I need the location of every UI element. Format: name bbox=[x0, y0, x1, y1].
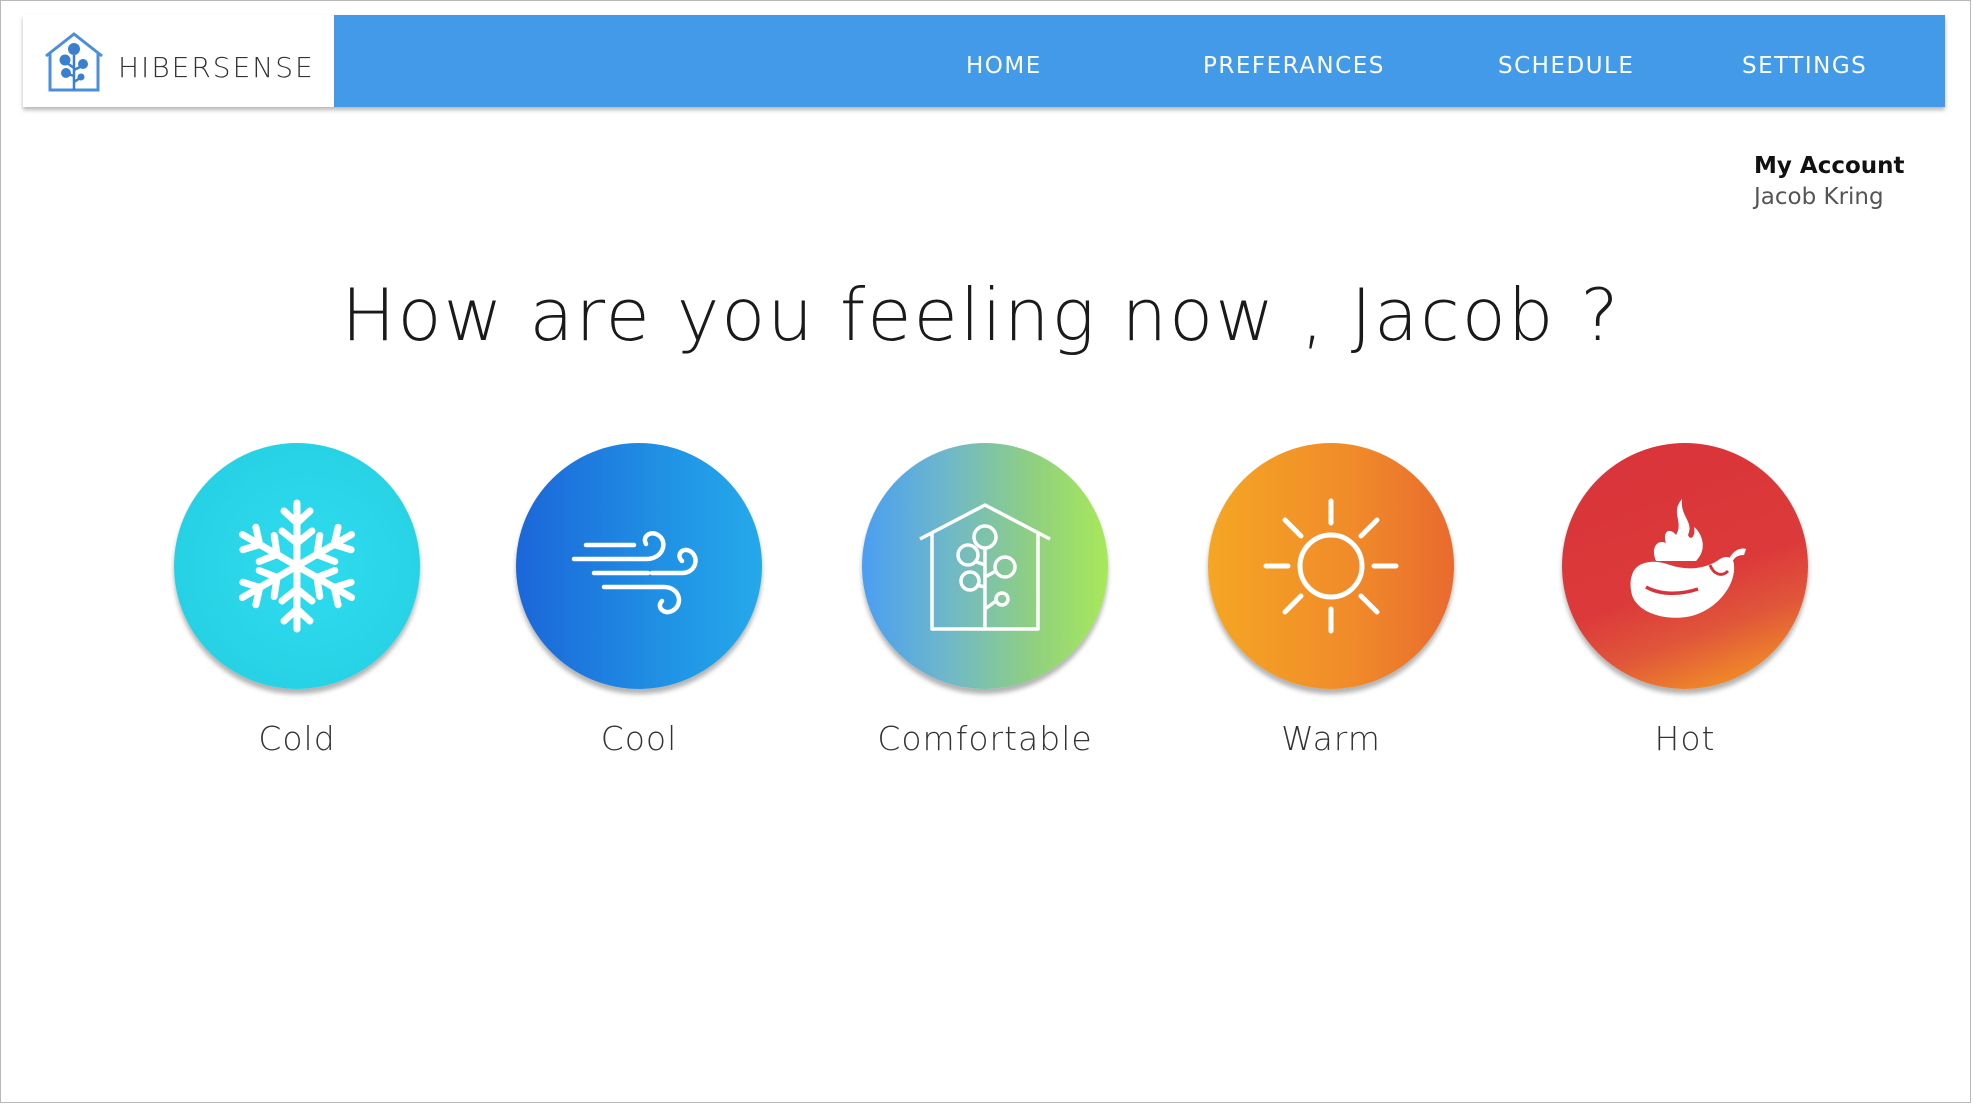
main-nav: HOME PREFERANCES SCHEDULE SETTINGS bbox=[334, 15, 1945, 107]
option-comfortable[interactable]: Comfortable bbox=[862, 443, 1108, 758]
app-frame: HIBERSENSE HOME PREFERANCES SCHEDULE SET… bbox=[0, 0, 1971, 1103]
option-label-comfortable: Comfortable bbox=[877, 719, 1093, 758]
my-account-link[interactable]: My Account bbox=[1754, 151, 1905, 182]
comfortable-button[interactable] bbox=[862, 443, 1108, 689]
brand-name: HIBERSENSE bbox=[118, 51, 315, 84]
account-panel: My Account Jacob Kring bbox=[1754, 151, 1905, 213]
cold-button[interactable] bbox=[174, 443, 420, 689]
nav-schedule[interactable]: SCHEDULE bbox=[1498, 53, 1634, 79]
nav-preferances[interactable]: PREFERANCES bbox=[1203, 53, 1385, 79]
option-label-cold: Cold bbox=[258, 719, 336, 758]
nav-settings[interactable]: SETTINGS bbox=[1742, 53, 1867, 79]
page-title: How are you feeling now , Jacob ? bbox=[341, 273, 1621, 357]
hot-button[interactable] bbox=[1562, 443, 1808, 689]
snowflake-icon bbox=[222, 499, 372, 641]
option-hot[interactable]: Hot bbox=[1562, 443, 1808, 758]
warm-button[interactable] bbox=[1208, 443, 1454, 689]
option-label-warm: Warm bbox=[1281, 719, 1381, 758]
option-label-cool: Cool bbox=[600, 719, 678, 758]
option-warm[interactable]: Warm bbox=[1208, 443, 1454, 758]
option-cool[interactable]: Cool bbox=[516, 443, 762, 758]
top-bar: HIBERSENSE HOME PREFERANCES SCHEDULE SET… bbox=[23, 15, 1945, 107]
option-label-hot: Hot bbox=[1654, 719, 1716, 758]
house-tree-icon bbox=[45, 31, 103, 91]
sun-icon bbox=[1263, 498, 1399, 634]
house-tree-icon bbox=[919, 503, 1051, 631]
fire-pepper-icon bbox=[1630, 499, 1746, 618]
nav-home[interactable]: HOME bbox=[966, 53, 1042, 79]
brand-logo[interactable]: HIBERSENSE bbox=[23, 16, 334, 107]
account-user-name: Jacob Kring bbox=[1754, 184, 1884, 210]
wind-icon bbox=[571, 531, 698, 615]
option-cold[interactable]: Cold bbox=[174, 443, 420, 758]
cool-button[interactable] bbox=[516, 443, 762, 689]
